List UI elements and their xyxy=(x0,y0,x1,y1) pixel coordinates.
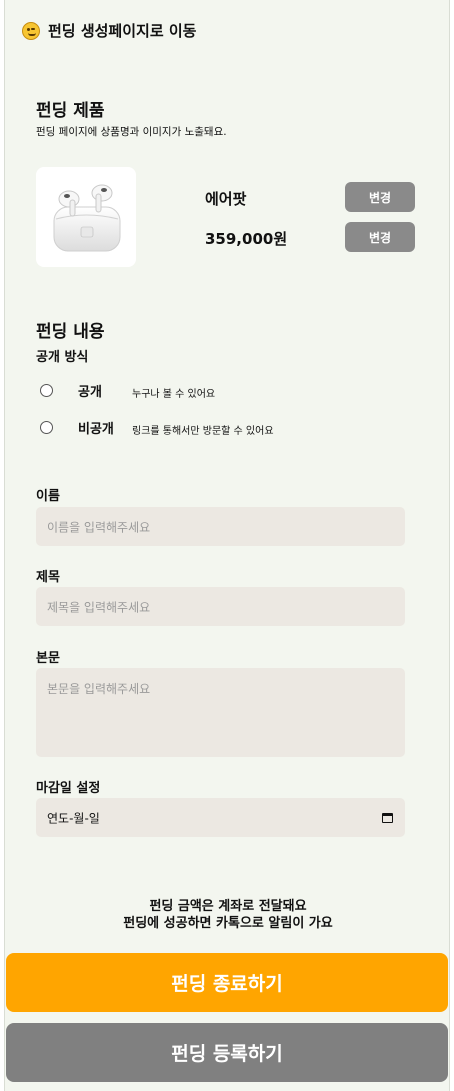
title-placeholder: 제목을 입력해주세요 xyxy=(47,600,151,614)
end-funding-button[interactable]: 펀딩 종료하기 xyxy=(6,953,448,1012)
deadline-label: 마감일 설정 xyxy=(36,781,101,796)
title-input[interactable]: 제목을 입력해주세요 xyxy=(36,587,405,626)
product-section-description: 펀딩 페이지에 상품명과 이미지가 노출돼요. xyxy=(36,126,227,138)
private-option-label: 비공개 xyxy=(78,422,114,437)
body-placeholder: 본문을 입력해주세요 xyxy=(47,682,151,696)
private-option[interactable]: 비공개 링크를 통해서만 방문할 수 있어요 xyxy=(40,421,274,437)
change-product-name-button[interactable]: 변경 xyxy=(345,182,415,212)
notice-line-1: 펀딩 금액은 계좌로 전달돼요 xyxy=(149,899,307,914)
body-textarea[interactable]: 본문을 입력해주세요 xyxy=(36,668,405,757)
back-to-create-link[interactable]: 펀딩 생성페이지로 이동 xyxy=(22,20,196,41)
back-link-label: 펀딩 생성페이지로 이동 xyxy=(48,22,197,40)
name-placeholder: 이름을 입력해주세요 xyxy=(47,520,151,534)
deadline-value: 연도-월-일 xyxy=(47,811,100,825)
funding-form-page: 펀딩 생성페이지로 이동 펀딩 제품 펀딩 페이지에 상품명과 이미지가 노출돼… xyxy=(4,0,450,1091)
notice-line-2: 펀딩에 성공하면 카톡으로 알림이 가요 xyxy=(123,916,333,931)
public-option-label: 공개 xyxy=(78,385,102,400)
visibility-label: 공개 방식 xyxy=(36,350,89,365)
name-label: 이름 xyxy=(36,489,60,504)
deadline-date-input[interactable]: 연도-월-일 xyxy=(36,798,405,837)
change-product-price-button[interactable]: 변경 xyxy=(345,222,415,252)
calendar-icon[interactable] xyxy=(382,812,393,823)
product-image xyxy=(36,167,136,267)
product-name: 에어팟 xyxy=(205,190,247,208)
content-section-title: 펀딩 내용 xyxy=(36,322,105,342)
private-option-description: 링크를 통해서만 방문할 수 있어요 xyxy=(132,426,274,437)
register-funding-button[interactable]: 펀딩 등록하기 xyxy=(6,1023,448,1082)
title-label: 제목 xyxy=(36,570,60,585)
product-price: 359,000원 xyxy=(205,230,288,248)
name-input[interactable]: 이름을 입력해주세요 xyxy=(36,507,405,546)
wink-emoji-icon xyxy=(22,21,40,40)
public-radio[interactable] xyxy=(40,384,53,397)
public-option[interactable]: 공개 누구나 볼 수 있어요 xyxy=(40,384,215,400)
product-section-title: 펀딩 제품 xyxy=(36,101,105,121)
airpods-image-icon xyxy=(53,184,121,252)
body-label: 본문 xyxy=(36,651,60,666)
public-option-description: 누구나 볼 수 있어요 xyxy=(132,389,216,400)
private-radio[interactable] xyxy=(40,421,53,434)
